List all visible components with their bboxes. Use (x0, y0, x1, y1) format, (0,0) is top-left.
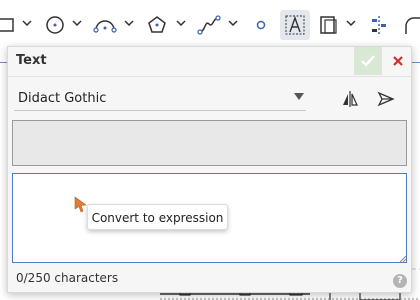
chevron-down-icon (346, 20, 356, 26)
chevron-down-icon (176, 20, 186, 26)
text-direction-button[interactable] (374, 87, 398, 111)
circle-tool[interactable] (42, 10, 68, 40)
rectangle-tool[interactable] (0, 10, 20, 40)
spline-icon (196, 12, 222, 38)
point-icon (248, 12, 274, 38)
spline-tool[interactable] (196, 10, 222, 40)
polygon-dropdown[interactable] (174, 10, 188, 36)
rectangle-icon (0, 12, 20, 38)
offset-dropdown[interactable] (344, 10, 358, 36)
help-icon[interactable]: ? (393, 274, 407, 288)
font-select[interactable]: Didact Gothic (14, 85, 306, 111)
resize-grip-icon[interactable] (399, 255, 407, 263)
offset-icon (316, 12, 342, 38)
arc-icon (92, 12, 118, 38)
text-dialog: Text Didact Gothic Convert to expression… (7, 46, 412, 293)
text-tool-icon (282, 12, 308, 38)
cancel-button[interactable] (386, 47, 410, 75)
rectangle-dropdown[interactable] (20, 10, 34, 36)
polygon-icon (144, 12, 170, 38)
canvas-guide-line (412, 62, 420, 63)
font-select-value: Didact Gothic (18, 91, 107, 106)
fillet-icon (404, 12, 420, 38)
offset-tool[interactable] (316, 10, 342, 40)
chevron-down-icon (72, 20, 82, 26)
canvas-guide-line (0, 62, 7, 63)
align-tool[interactable] (366, 10, 392, 40)
circle-icon (42, 12, 68, 38)
convert-to-expression-item[interactable]: Convert to expression (88, 211, 227, 225)
ok-button[interactable] (354, 47, 382, 75)
point-tool[interactable] (248, 10, 274, 40)
dialog-title: Text (16, 53, 47, 68)
dropdown-caret-icon (294, 93, 304, 100)
fillet-tool[interactable] (404, 10, 420, 40)
context-menu: Convert to expression (87, 204, 228, 230)
chevron-down-icon (22, 20, 32, 26)
polygon-tool[interactable] (144, 10, 170, 40)
character-count: 0/250 characters (16, 271, 119, 285)
checkmark-icon (361, 55, 375, 67)
mouse-cursor-icon (74, 196, 87, 213)
spline-dropdown[interactable] (226, 10, 240, 36)
sketch-toolbar (0, 0, 420, 50)
chevron-down-icon (228, 20, 238, 26)
arc-dropdown[interactable] (122, 10, 136, 36)
mirror-text-button[interactable] (338, 87, 362, 111)
close-icon (393, 56, 403, 66)
dialog-header: Text (8, 47, 411, 77)
circle-dropdown[interactable] (70, 10, 84, 36)
mirror-icon (343, 91, 358, 107)
send-direction-icon (377, 91, 395, 107)
align-icon (366, 12, 392, 38)
chevron-down-icon (124, 20, 134, 26)
text-preview-box (12, 120, 407, 166)
arc-tool[interactable] (92, 10, 118, 40)
text-tool[interactable] (280, 10, 310, 40)
